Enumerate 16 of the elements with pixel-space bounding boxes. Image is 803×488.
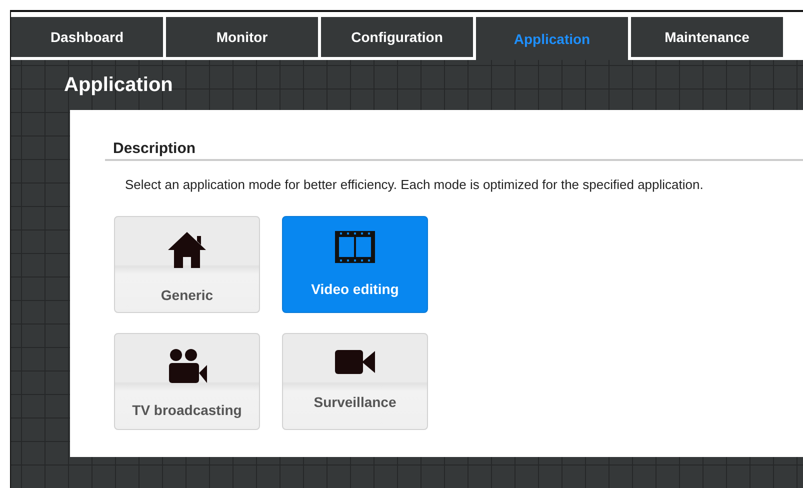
description-text: Select an application mode for better efficiency. Each mode is optimized for the specified application.	[125, 177, 704, 192]
film-icon	[335, 231, 375, 263]
house-icon	[167, 231, 207, 269]
section-title: Description	[105, 140, 803, 161]
movie-camera-icon	[167, 348, 207, 384]
video-camera-icon	[335, 348, 375, 376]
nav-tab[interactable]: Dashboard	[11, 17, 163, 57]
mode-button[interactable]: Surveillance	[282, 333, 428, 430]
nav-tab[interactable]: Application	[476, 17, 628, 60]
nav-tab[interactable]: Configuration	[321, 17, 473, 57]
page-title: Application	[63, 73, 173, 97]
mode-button[interactable]: Generic	[114, 216, 260, 313]
mode-button[interactable]: TV broadcasting	[114, 333, 260, 430]
nav-tab[interactable]: Monitor	[166, 17, 318, 57]
mode-button[interactable]: Video editing	[282, 216, 428, 313]
nav-tab[interactable]: Maintenance	[631, 17, 783, 57]
